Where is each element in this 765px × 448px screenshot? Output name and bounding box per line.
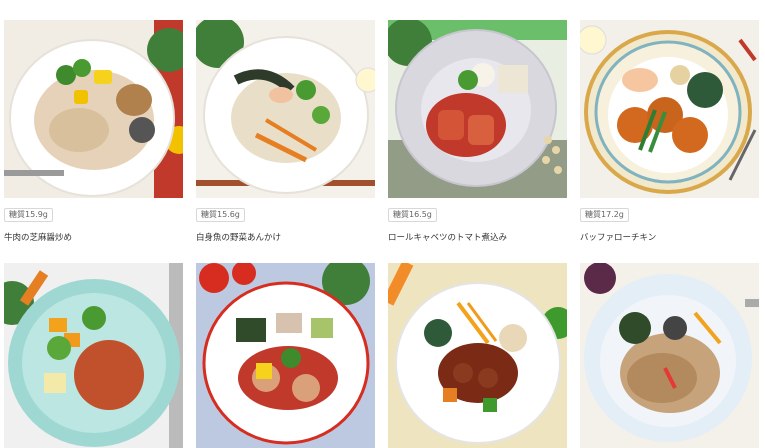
beef-sesame-stirfry-photo-icon: [4, 20, 183, 198]
meal-photo[interactable]: [196, 263, 375, 448]
sugar-badge: 糖質16.5g: [388, 208, 437, 222]
buffalo-chicken-photo-icon: [580, 20, 759, 198]
meal-grid: 糖質15.9g 牛肉の芝麻醤炒め 糖質15.6g 白身魚の野菜あんかけ 糖質16…: [0, 0, 765, 448]
meal-photo[interactable]: [388, 263, 567, 448]
sugar-badge: 糖質15.9g: [4, 208, 53, 222]
meal-name[interactable]: バッファローチキン: [580, 233, 656, 244]
meal-photo[interactable]: [196, 20, 375, 198]
sweet-sour-meatballs-photo-icon: [388, 263, 567, 448]
white-fish-vegetable-sauce-photo-icon: [196, 20, 375, 198]
meal-photo[interactable]: [580, 20, 759, 198]
meal-photo[interactable]: [580, 263, 759, 448]
meal-photo[interactable]: [4, 20, 183, 198]
meal-name[interactable]: ロールキャベツのトマト煮込み: [388, 233, 507, 244]
hamburg-vegetables-photo-icon: [4, 263, 183, 448]
cabbage-roll-tomato-photo-icon: [388, 20, 567, 198]
sugar-badge: 糖質17.2g: [580, 208, 629, 222]
chicken-tomato-sauce-photo-icon: [196, 263, 375, 448]
beef-rice-bowl-photo-icon: [580, 263, 759, 448]
meal-name[interactable]: 牛肉の芝麻醤炒め: [4, 233, 72, 244]
meal-name[interactable]: 白身魚の野菜あんかけ: [196, 233, 281, 244]
meal-photo[interactable]: [388, 20, 567, 198]
sugar-badge: 糖質15.6g: [196, 208, 245, 222]
meal-photo[interactable]: [4, 263, 183, 448]
